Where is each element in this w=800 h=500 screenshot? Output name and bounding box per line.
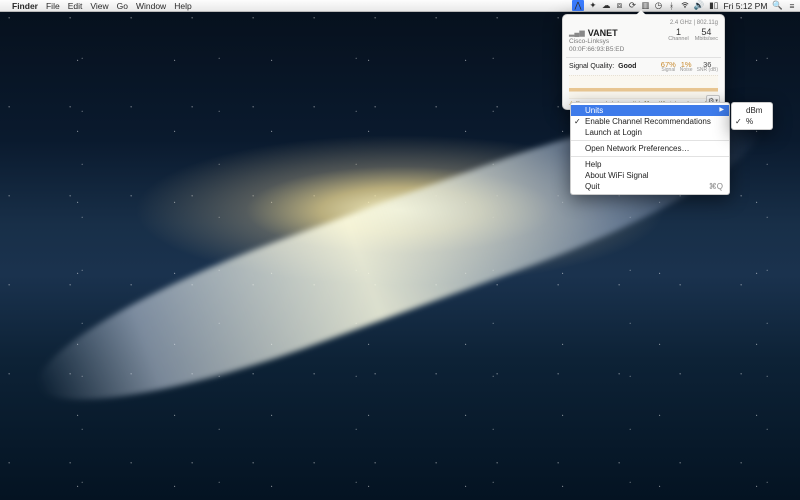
menu-window[interactable]: Window bbox=[136, 1, 166, 11]
units-submenu: dBm % bbox=[731, 102, 773, 130]
clock[interactable]: Fri 5:12 PM bbox=[723, 1, 767, 11]
menu-launch-at-login[interactable]: Launch at Login bbox=[571, 127, 729, 138]
network-ssid: VANET bbox=[588, 28, 618, 38]
notification-center-icon[interactable]: ≡ bbox=[788, 1, 796, 11]
dropbox-icon[interactable]: ⧈ bbox=[615, 0, 623, 11]
wifi-signal-menu-icon[interactable]: ⋀ bbox=[572, 0, 584, 11]
signal-graph bbox=[569, 75, 718, 99]
channel-stat: 1 Channel bbox=[668, 28, 689, 43]
quality-label: Signal Quality: bbox=[569, 63, 614, 70]
settings-menu: Units Enable Channel Recommendations Lau… bbox=[570, 102, 730, 195]
spotlight-icon[interactable]: 🔍 bbox=[772, 0, 783, 11]
app-name[interactable]: Finder bbox=[12, 1, 38, 11]
cloud-icon[interactable]: ☁ bbox=[602, 0, 611, 11]
menu-edit[interactable]: Edit bbox=[68, 1, 83, 11]
signal-metric: 67%Signal bbox=[661, 61, 676, 74]
menu-units[interactable]: Units bbox=[571, 105, 729, 116]
menu-about[interactable]: About WiFi Signal bbox=[571, 170, 729, 181]
units-dbm[interactable]: dBm bbox=[732, 105, 772, 116]
router-vendor: Cisco-Linksys bbox=[569, 38, 668, 46]
menu-view[interactable]: View bbox=[90, 1, 108, 11]
mac-address: 00:0F:66:93:B5:ED bbox=[569, 46, 668, 54]
volume-icon[interactable]: 🔊 bbox=[694, 0, 705, 11]
bluetooth-icon[interactable]: ᚼ bbox=[668, 1, 676, 11]
timemachine-icon[interactable]: ◷ bbox=[655, 0, 663, 11]
signal-quality-row: Signal Quality: Good 67%Signal 1%Noise 3… bbox=[569, 61, 718, 74]
wifi-icon[interactable] bbox=[681, 1, 689, 11]
menu-help[interactable]: Help bbox=[571, 159, 729, 170]
menu-quit[interactable]: Quit⌘Q bbox=[571, 181, 729, 192]
noise-metric: 1%Noise bbox=[680, 61, 693, 74]
snr-metric: 36SNR (dB) bbox=[697, 61, 718, 74]
menu-help[interactable]: Help bbox=[174, 1, 191, 11]
band-info: 2.4 GHz | 802.11g bbox=[569, 20, 718, 26]
units-percent[interactable]: % bbox=[732, 116, 772, 127]
menu-open-network-prefs[interactable]: Open Network Preferences… bbox=[571, 143, 729, 154]
twitter-icon[interactable]: ✦ bbox=[589, 0, 597, 11]
signal-bars-icon: ▂▄▆ bbox=[569, 29, 585, 37]
quality-value: Good bbox=[618, 63, 636, 70]
menu-go[interactable]: Go bbox=[117, 1, 128, 11]
battery-icon[interactable]: ▮▯ bbox=[709, 0, 718, 11]
menu-file[interactable]: File bbox=[46, 1, 60, 11]
rate-stat: 54 Mbits/sec bbox=[695, 28, 718, 43]
menu-enable-recommendations[interactable]: Enable Channel Recommendations bbox=[571, 116, 729, 127]
menu-bar: Finder File Edit View Go Window Help ⋀ ✦… bbox=[0, 0, 800, 12]
wifi-signal-popover: 2.4 GHz | 802.11g ▂▄▆ VANET Cisco-Linksy… bbox=[562, 14, 725, 110]
